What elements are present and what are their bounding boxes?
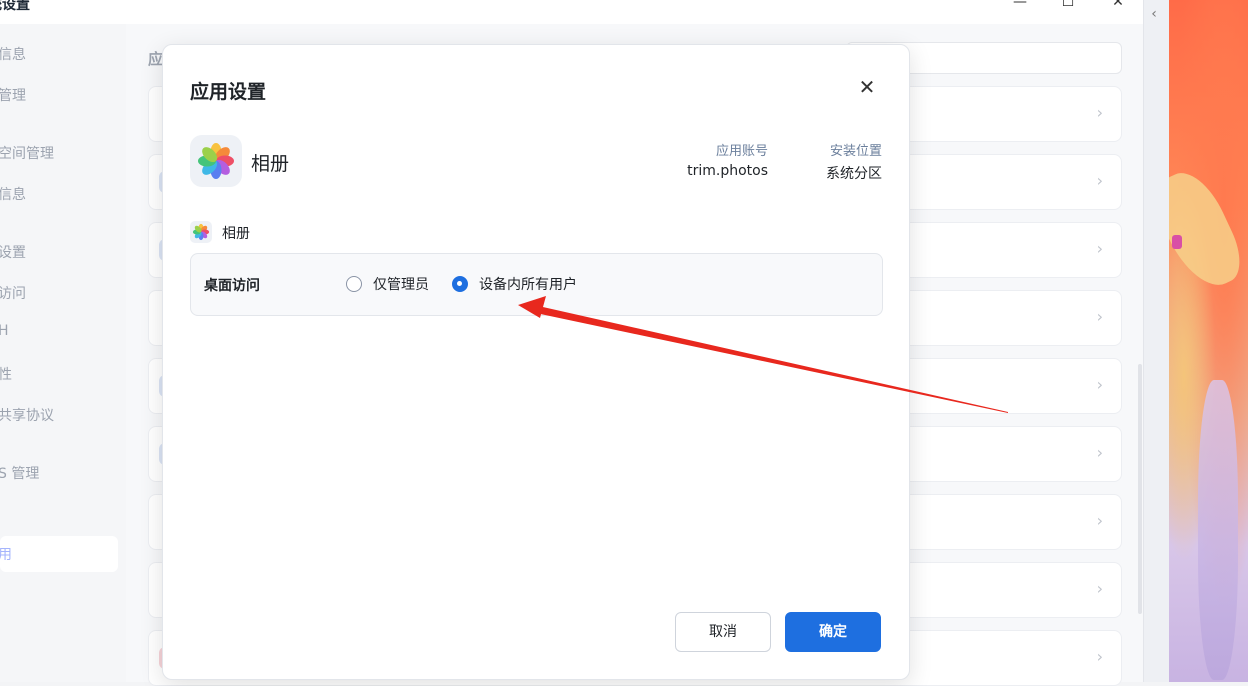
sidebar-item[interactable]: 共享协议 bbox=[0, 405, 54, 425]
desktop-access-label: 桌面访问 bbox=[204, 278, 260, 294]
chevron-right-icon: › bbox=[1096, 239, 1103, 258]
sidebar-item[interactable]: 性 bbox=[0, 364, 12, 384]
account-label: 应用账号 bbox=[715, 144, 768, 159]
sidebar-item[interactable]: 设置 bbox=[0, 242, 26, 262]
window-titlebar: 统设置 — ☐ ✕ bbox=[0, 0, 1143, 24]
desktop-access-setting: 桌面访问 仅管理员 设备内所有用户 bbox=[190, 253, 883, 316]
location-label: 安装位置 bbox=[829, 144, 882, 159]
radio-admin-only[interactable]: 仅管理员 bbox=[346, 274, 429, 294]
sidebar-item[interactable]: S 管理 bbox=[0, 463, 39, 483]
settings-sidebar: 信息 管理 空间管理 信息 设置 访问 H 性 共享协议 S 管理 用 bbox=[0, 24, 126, 682]
radio-all-users[interactable]: 设备内所有用户 bbox=[452, 274, 577, 294]
cancel-button[interactable]: 取消 bbox=[675, 612, 771, 652]
photos-flower-icon bbox=[190, 135, 242, 187]
chevron-right-icon: › bbox=[1096, 579, 1103, 598]
window-title: 统设置 bbox=[0, 0, 30, 13]
radio-label: 设备内所有用户 bbox=[479, 277, 577, 293]
side-panel-strip: ‹ bbox=[1143, 0, 1169, 682]
sidebar-item[interactable]: H bbox=[0, 323, 9, 339]
desktop-wallpaper bbox=[1145, 0, 1248, 682]
radio-circle-checked[interactable] bbox=[452, 276, 468, 292]
account-value: trim.photos bbox=[687, 163, 768, 179]
sidebar-item[interactable]: 信息 bbox=[0, 44, 26, 64]
sidebar-item[interactable]: 空间管理 bbox=[0, 143, 54, 163]
scrollbar[interactable] bbox=[1138, 364, 1142, 614]
photos-flower-icon bbox=[190, 221, 212, 243]
sidebar-item-label: 用 bbox=[0, 547, 12, 563]
app-name: 相册 bbox=[251, 153, 290, 175]
sidebar-item-active[interactable]: 用 bbox=[0, 536, 118, 572]
chevron-left-icon[interactable]: ‹ bbox=[1144, 6, 1164, 22]
radio-circle[interactable] bbox=[346, 276, 362, 292]
chevron-right-icon: › bbox=[1096, 171, 1103, 190]
sidebar-item[interactable]: 信息 bbox=[0, 184, 26, 204]
ok-button[interactable]: 确定 bbox=[785, 612, 881, 652]
dialog-close-button[interactable]: ✕ bbox=[855, 75, 879, 99]
content-heading: 应 bbox=[148, 50, 164, 68]
minimize-button[interactable]: — bbox=[1010, 0, 1030, 10]
radio-label: 仅管理员 bbox=[373, 277, 429, 293]
maximize-button[interactable]: ☐ bbox=[1058, 0, 1078, 10]
wallpaper-detail bbox=[1172, 235, 1182, 249]
section-app-name: 相册 bbox=[222, 226, 250, 242]
chevron-right-icon: › bbox=[1096, 443, 1103, 462]
chevron-right-icon: › bbox=[1096, 511, 1103, 530]
chevron-right-icon: › bbox=[1096, 103, 1103, 122]
window-close-button[interactable]: ✕ bbox=[1108, 0, 1128, 10]
wallpaper-detail bbox=[1198, 380, 1238, 680]
app-settings-dialog: 应用设置 ✕ 相册 应用账号 trim.photos 安装位置 系统分区 相册 … bbox=[162, 44, 910, 680]
chevron-right-icon: › bbox=[1096, 647, 1103, 666]
sidebar-item[interactable]: 管理 bbox=[0, 85, 26, 105]
location-value: 系统分区 bbox=[826, 166, 882, 182]
sidebar-item[interactable]: 访问 bbox=[0, 283, 26, 303]
chevron-right-icon: › bbox=[1096, 375, 1103, 394]
dialog-title: 应用设置 bbox=[190, 81, 267, 103]
chevron-right-icon: › bbox=[1096, 307, 1103, 326]
